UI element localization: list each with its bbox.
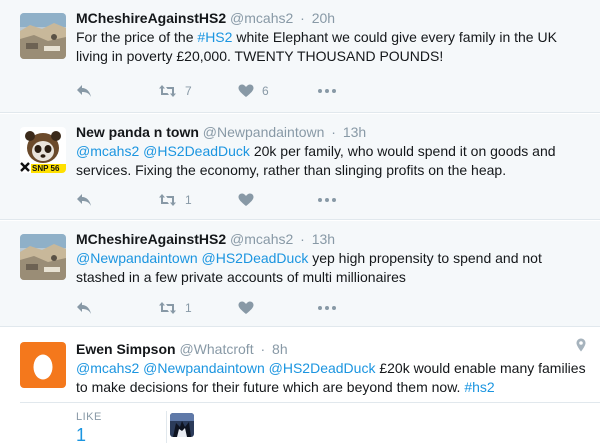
mention-link[interactable]: @mcahs2 xyxy=(76,143,139,159)
author-name[interactable]: New panda n town xyxy=(76,124,199,140)
retweet-button[interactable]: 7 xyxy=(158,84,238,98)
author-handle[interactable]: @mcahs2 xyxy=(230,231,293,247)
avatar-badge: SNP 56 xyxy=(32,164,60,173)
author-handle[interactable]: @Whatcroft xyxy=(179,341,253,357)
retweet-button[interactable]: 1 xyxy=(158,193,238,207)
like-button[interactable]: 6 xyxy=(238,84,318,98)
author-name[interactable]: MCheshireAgainstHS2 xyxy=(76,10,226,26)
author-name[interactable]: MCheshireAgainstHS2 xyxy=(76,231,226,247)
retweet-icon xyxy=(159,85,176,97)
location-pin-icon[interactable] xyxy=(576,338,586,357)
mention-link[interactable]: @Newpandaintown xyxy=(143,360,265,376)
more-button[interactable] xyxy=(318,306,336,310)
heart-icon xyxy=(238,84,254,97)
author-name[interactable]: Ewen Simpson xyxy=(76,341,176,357)
likes-label[interactable]: LIKE xyxy=(76,411,102,423)
tweet-text: For the price of the #HS2 white Elephant… xyxy=(76,28,588,66)
retweet-count: 1 xyxy=(185,193,192,207)
mention-link[interactable]: @HS2DeadDuck xyxy=(202,250,309,266)
mention-link[interactable]: @HS2DeadDuck xyxy=(143,143,250,159)
more-icon xyxy=(318,198,336,202)
tweet-time[interactable]: 13h xyxy=(343,124,366,140)
avatar[interactable]: SNP 56 xyxy=(20,127,66,173)
reply-button[interactable] xyxy=(76,301,158,315)
tweet-time[interactable]: 8h xyxy=(272,341,288,357)
tweet-time[interactable]: 20h xyxy=(312,10,335,26)
avatar[interactable] xyxy=(20,13,66,59)
mention-link[interactable]: @mcahs2 xyxy=(76,360,139,376)
avatar[interactable] xyxy=(20,234,66,280)
hashtag-link[interactable]: #hs2 xyxy=(464,379,494,395)
heart-icon xyxy=(238,193,254,206)
liker-avatar[interactable] xyxy=(170,413,194,437)
retweet-button[interactable]: 1 xyxy=(158,301,238,315)
reply-button[interactable] xyxy=(76,193,158,207)
tweet[interactable]: MCheshireAgainstHS2 @mcahs2 · 13h @Newpa… xyxy=(0,221,600,327)
retweet-icon xyxy=(159,302,176,314)
retweet-count: 1 xyxy=(185,301,192,315)
tweet[interactable]: MCheshireAgainstHS2 @mcahs2 · 20h For th… xyxy=(0,0,600,113)
reply-icon xyxy=(77,302,91,314)
mention-link[interactable]: @HS2DeadDuck xyxy=(269,360,376,376)
reply-button[interactable] xyxy=(76,84,158,98)
heart-icon xyxy=(238,301,254,314)
like-button[interactable] xyxy=(238,301,318,315)
likes-stats-bar: LIKE 1 xyxy=(20,402,600,448)
mention-link[interactable]: @Newpandaintown xyxy=(76,250,198,266)
divider xyxy=(166,411,167,443)
more-icon xyxy=(318,89,336,93)
likes-count[interactable]: 1 xyxy=(76,425,86,446)
hashtag-link[interactable]: #HS2 xyxy=(197,29,232,45)
tweet-text: @Newpandaintown @HS2DeadDuck yep high pr… xyxy=(76,249,588,287)
reply-icon xyxy=(77,85,91,97)
retweet-icon xyxy=(159,194,176,206)
more-button[interactable] xyxy=(318,89,336,93)
tweet-text: @mcahs2 @Newpandaintown @HS2DeadDuck £20… xyxy=(76,359,588,397)
tweet-time[interactable]: 13h xyxy=(312,231,335,247)
author-handle[interactable]: @Newpandaintown xyxy=(203,124,325,140)
more-button[interactable] xyxy=(318,198,336,202)
text-segment: For the price of the xyxy=(76,29,198,45)
tweet[interactable]: SNP 56 New panda n town @Newpandaintown … xyxy=(0,114,600,220)
retweet-count: 7 xyxy=(185,84,192,98)
avatar[interactable] xyxy=(20,342,66,388)
like-count: 6 xyxy=(262,84,269,98)
like-button[interactable] xyxy=(238,193,318,207)
tweet-text: @mcahs2 @HS2DeadDuck 20k per family, who… xyxy=(76,142,588,180)
separator: · xyxy=(260,341,266,357)
separator: · xyxy=(300,231,305,247)
reply-icon xyxy=(77,194,91,206)
separator: · xyxy=(300,10,305,26)
more-icon xyxy=(318,306,336,310)
separator: · xyxy=(331,124,336,140)
author-handle[interactable]: @mcahs2 xyxy=(230,10,293,26)
